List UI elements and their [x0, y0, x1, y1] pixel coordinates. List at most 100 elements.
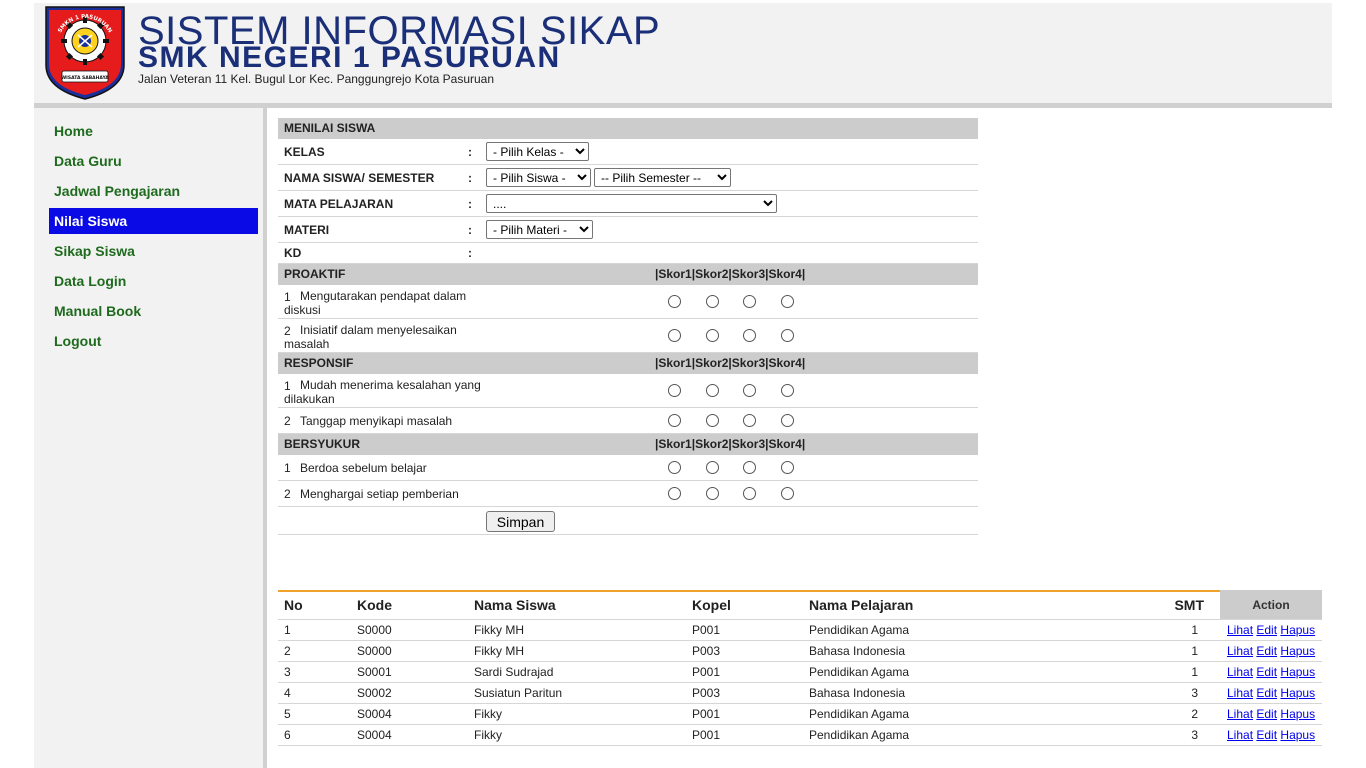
lihat-link[interactable]: Lihat	[1227, 623, 1253, 637]
mapel-select[interactable]: ....	[486, 194, 777, 213]
table-body: 1 S0000 Fikky MH P001 Pendidikan Agama 1 Lihat…	[278, 618, 1322, 746]
score-2-radio[interactable]	[706, 295, 719, 308]
hapus-link[interactable]: Hapus	[1280, 707, 1315, 721]
header: SMKN 1 PASURUAN WISATA SABAHAYA SISTEM I…	[34, 3, 1332, 103]
cell-action: Lihat Edit Hapus	[1220, 660, 1322, 683]
sidebar-item-data-guru[interactable]: Data Guru	[49, 148, 258, 174]
edit-link[interactable]: Edit	[1256, 686, 1277, 700]
cell-kode: S0002	[351, 681, 468, 704]
score-3-radio[interactable]	[743, 295, 756, 308]
cell-pelajaran: Pendidikan Agama	[803, 723, 1103, 746]
score-3-radio[interactable]	[743, 329, 756, 342]
cell-kopel: P001	[686, 618, 803, 641]
save-button[interactable]: Simpan	[486, 511, 555, 532]
score-4-radio[interactable]	[781, 461, 794, 474]
school-address: Jalan Veteran 11 Kel. Bugul Lor Kec. Pan…	[138, 72, 495, 86]
section-header-responsif: RESPONSIF |Skor1|Skor2|Skor3|Skor4|	[278, 353, 978, 374]
cell-smt: 1	[1103, 639, 1220, 662]
logo-bottom-text: WISATA SABAHAYA	[61, 75, 109, 81]
cell-kopel: P001	[686, 723, 803, 746]
score-2-radio[interactable]	[706, 487, 719, 500]
siswa-colon: :	[468, 171, 472, 185]
siswa-select[interactable]: - Pilih Siswa -	[486, 168, 591, 187]
cell-smt: 3	[1103, 723, 1220, 746]
cell-pelajaran: Pendidikan Agama	[803, 702, 1103, 725]
sidebar-item-sikap-siswa[interactable]: Sikap Siswa	[49, 238, 258, 264]
score-1-radio[interactable]	[668, 329, 681, 342]
score-1-radio[interactable]	[668, 487, 681, 500]
cell-kode: S0004	[351, 723, 468, 746]
cell-kopel: P003	[686, 639, 803, 662]
sidebar-nav: Home Data Guru Jadwal Pengajaran Nilai Sisw…	[49, 118, 258, 358]
col-header-nama-siswa: Nama Siswa	[468, 590, 686, 619]
score-column-header: |Skor1|Skor2|Skor3|Skor4|	[655, 267, 806, 281]
cell-kopel: P001	[686, 660, 803, 683]
school-crest-gear-icon: SMKN 1 PASURUAN WISATA SABAHAYA	[45, 6, 125, 100]
cell-kode: S0004	[351, 702, 468, 725]
criteria-text: Mudah menerima kesalahan yang dilakukan	[284, 378, 481, 406]
cell-no: 5	[278, 702, 351, 725]
col-header-kode: Kode	[351, 590, 468, 619]
sidebar-item-jadwal-pengajaran[interactable]: Jadwal Pengajaran	[49, 178, 258, 204]
materi-select[interactable]: - Pilih Materi -	[486, 220, 593, 239]
score-3-radio[interactable]	[743, 461, 756, 474]
score-3-radio[interactable]	[743, 487, 756, 500]
lihat-link[interactable]: Lihat	[1227, 644, 1253, 658]
score-4-radio[interactable]	[781, 487, 794, 500]
score-4-radio[interactable]	[781, 329, 794, 342]
score-2-radio[interactable]	[706, 461, 719, 474]
score-1-radio[interactable]	[668, 414, 681, 427]
edit-link[interactable]: Edit	[1256, 707, 1277, 721]
cell-action: Lihat Edit Hapus	[1220, 618, 1322, 641]
score-4-radio[interactable]	[781, 384, 794, 397]
cell-action: Lihat Edit Hapus	[1220, 723, 1322, 746]
materi-row: MATERI : - Pilih Materi -	[278, 217, 978, 243]
kelas-select[interactable]: - Pilih Kelas -	[486, 142, 589, 161]
lihat-link[interactable]: Lihat	[1227, 665, 1253, 679]
sidebar-item-logout[interactable]: Logout	[49, 328, 258, 354]
cell-nama: Susiatun Paritun	[468, 681, 686, 704]
kd-label: KD	[284, 246, 302, 260]
score-4-radio[interactable]	[781, 295, 794, 308]
section-header-proaktif: PROAKTIF |Skor1|Skor2|Skor3|Skor4|	[278, 264, 978, 285]
hapus-link[interactable]: Hapus	[1280, 728, 1315, 742]
score-4-radio[interactable]	[781, 414, 794, 427]
hapus-link[interactable]: Hapus	[1280, 665, 1315, 679]
sidebar-item-manual-book[interactable]: Manual Book	[49, 298, 258, 324]
score-2-radio[interactable]	[706, 384, 719, 397]
score-2-radio[interactable]	[706, 414, 719, 427]
cell-nama: Sardi Sudrajad	[468, 660, 686, 683]
siswa-label: NAMA SISWA/ SEMESTER	[284, 171, 435, 185]
edit-link[interactable]: Edit	[1256, 644, 1277, 658]
edit-link[interactable]: Edit	[1256, 665, 1277, 679]
lihat-link[interactable]: Lihat	[1227, 728, 1253, 742]
cell-pelajaran: Bahasa Indonesia	[803, 639, 1103, 662]
score-2-radio[interactable]	[706, 329, 719, 342]
score-3-radio[interactable]	[743, 414, 756, 427]
col-header-action: Action	[1220, 590, 1322, 619]
sidebar-item-data-login[interactable]: Data Login	[49, 268, 258, 294]
hapus-link[interactable]: Hapus	[1280, 644, 1315, 658]
semester-select[interactable]: -- Pilih Semester --	[594, 168, 731, 187]
criteria-text: Inisiatif dalam menyelesaikan masalah	[284, 323, 457, 351]
criteria-text: Mengutarakan pendapat dalam diskusi	[284, 289, 467, 317]
lihat-link[interactable]: Lihat	[1227, 707, 1253, 721]
cell-smt: 3	[1103, 681, 1220, 704]
hapus-link[interactable]: Hapus	[1280, 686, 1315, 700]
score-1-radio[interactable]	[668, 295, 681, 308]
criteria-row: 1 Mudah menerima kesalahan yang dilakukan	[278, 374, 978, 408]
cell-no: 4	[278, 681, 351, 704]
score-1-radio[interactable]	[668, 461, 681, 474]
sidebar-item-home[interactable]: Home	[49, 118, 258, 144]
lihat-link[interactable]: Lihat	[1227, 686, 1253, 700]
score-1-radio[interactable]	[668, 384, 681, 397]
mapel-row: MATA PELAJARAN : ....	[278, 191, 978, 217]
score-column-header: |Skor1|Skor2|Skor3|Skor4|	[655, 356, 806, 370]
hapus-link[interactable]: Hapus	[1280, 623, 1315, 637]
sidebar-item-nilai-siswa[interactable]: Nilai Siswa	[49, 208, 258, 234]
cell-action: Lihat Edit Hapus	[1220, 681, 1322, 704]
cell-kode: S0001	[351, 660, 468, 683]
edit-link[interactable]: Edit	[1256, 623, 1277, 637]
edit-link[interactable]: Edit	[1256, 728, 1277, 742]
score-3-radio[interactable]	[743, 384, 756, 397]
